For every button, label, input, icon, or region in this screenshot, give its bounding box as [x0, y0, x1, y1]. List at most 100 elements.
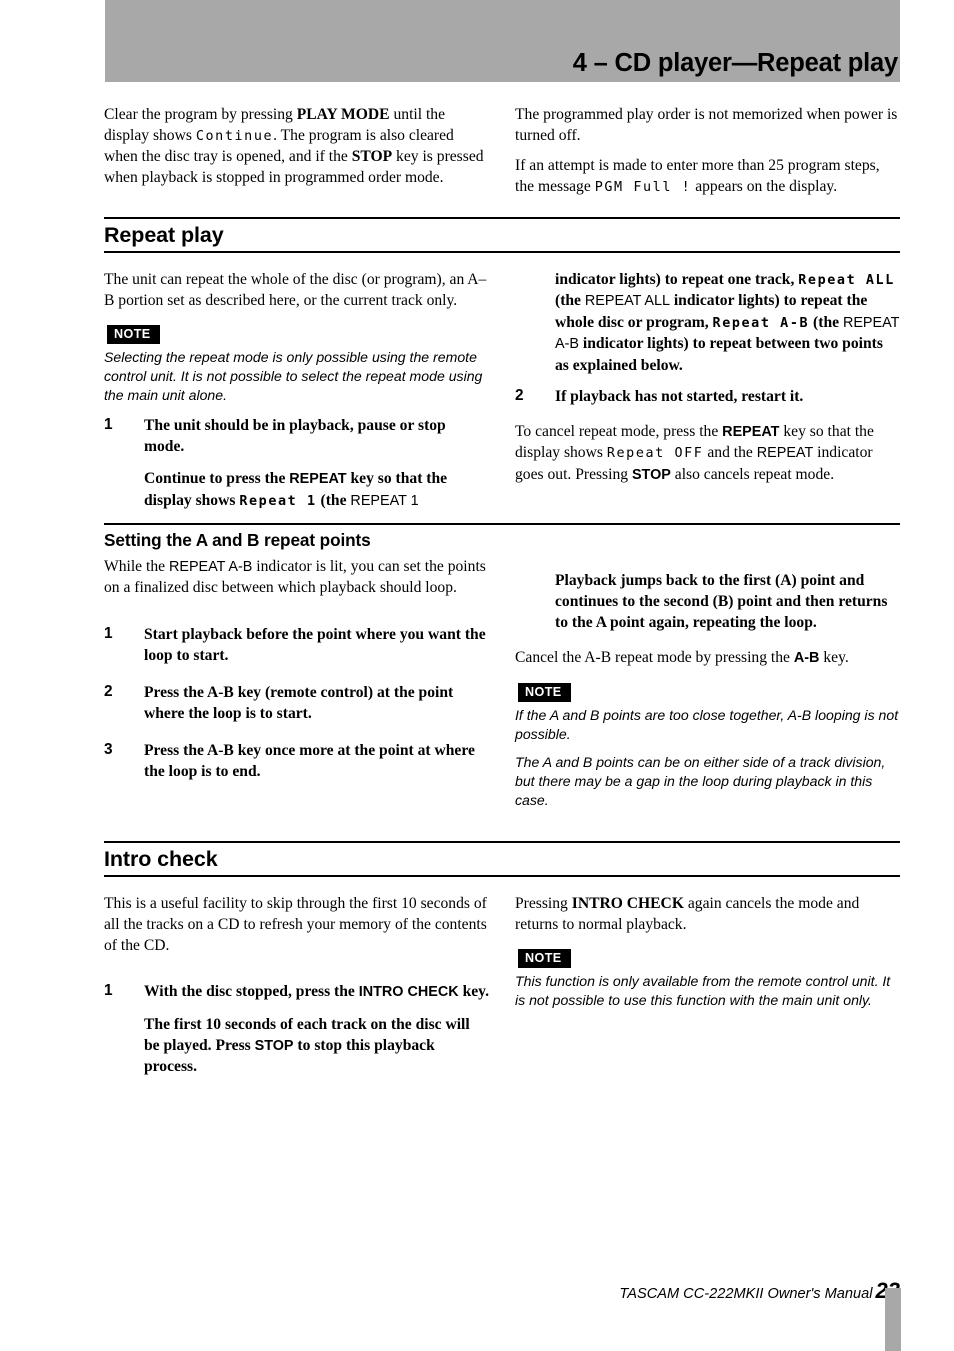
intro-right-paragraph-1: The programmed play order is not memoriz…: [515, 106, 898, 145]
intro-right-paragraph-2: If an attempt is made to enter more than…: [515, 155, 900, 197]
text-run: (the: [555, 292, 585, 310]
note-badge: NOTE: [518, 949, 571, 969]
key-label-repeat: REPEAT: [289, 471, 347, 488]
note-badge: NOTE: [518, 682, 571, 702]
step-text: If playback has not started, restart it.: [555, 386, 900, 407]
step-number: 2: [104, 682, 113, 700]
intro-columns: Clear the program by pressing PLAY MODE …: [104, 104, 900, 207]
step-number: 2: [515, 386, 524, 404]
note-body: Selecting the repeat mode is only possib…: [104, 349, 483, 404]
repeat-play-columns: The unit can repeat the whole of the dis…: [104, 269, 900, 511]
intro-check-left-column: This is a useful facility to skip throug…: [104, 893, 489, 1078]
step-main-text: If playback has not started, restart it.: [555, 387, 804, 405]
step-item: 1 With the disc stopped, press the INTRO…: [104, 981, 489, 1077]
step-text: With the disc stopped, press the INTRO C…: [144, 981, 489, 1077]
key-label-repeat: REPEAT: [722, 423, 780, 440]
page-content: Clear the program by pressing PLAY MODE …: [104, 104, 900, 1078]
step-continuation-text: The first 10 seconds of each track on th…: [144, 1014, 489, 1078]
text-run: Cancel the A-B repeat mode by pressing t…: [515, 649, 794, 667]
text-run: indicator lights) to repeat one track,: [555, 270, 799, 288]
text-run: indicator lights) to repeat between two …: [555, 335, 883, 374]
step-text: The unit should be in playback, pause or…: [144, 415, 489, 511]
step-number: 1: [104, 415, 113, 433]
ab-points-right-column: Playback jumps back to the first (A) poi…: [515, 556, 900, 819]
step-main-text: The unit should be in playback, pause or…: [144, 416, 446, 456]
key-label-intro-check: INTRO CHECK: [571, 894, 684, 912]
ab-points-cancel-paragraph: Cancel the A-B repeat mode by pressing t…: [515, 647, 900, 669]
text-run: key.: [819, 649, 849, 667]
step-number: 1: [104, 982, 113, 1000]
repeat-play-intro: The unit can repeat the whole of the dis…: [104, 270, 487, 310]
key-label-stop: STOP: [351, 148, 393, 166]
key-label-intro-check: INTRO CHECK: [358, 984, 459, 1001]
indicator-label-repeat: REPEAT: [756, 445, 814, 462]
key-label-play-mode: PLAY MODE: [296, 106, 390, 123]
text-run: appears on the display.: [691, 178, 838, 196]
lcd-display-text: Repeat ALL: [798, 272, 895, 288]
text-run: Pressing: [515, 894, 572, 912]
text-run: To cancel repeat mode, press the: [515, 422, 723, 440]
step-text: Start playback before the point where yo…: [144, 624, 489, 666]
text-run: Clear the program by pressing: [104, 106, 297, 123]
heading-text: Repeat play: [104, 222, 224, 247]
step-item: 2 Press the A-B key (remote control) at …: [104, 682, 489, 724]
page-edge-tab: [885, 1288, 901, 1351]
page-title: 4 – CD player—Repeat play: [572, 49, 898, 77]
indicator-label-repeat-1: REPEAT 1: [350, 492, 419, 509]
note-body: The A and B points can be on either side…: [515, 753, 886, 808]
step-item: 2 If playback has not started, restart i…: [515, 386, 900, 407]
lcd-display-text: Continue: [195, 129, 274, 145]
intro-right-column: The programmed play order is not memoriz…: [515, 104, 900, 207]
step-number: 3: [104, 741, 113, 759]
text-run: While the: [104, 557, 169, 575]
intro-check-right-column: Pressing INTRO CHECK again cancels the m…: [515, 893, 900, 1078]
indicator-label-repeat-all: REPEAT ALL: [584, 293, 670, 310]
intro-check-columns: This is a useful facility to skip throug…: [104, 893, 900, 1078]
step-continuation-text: Continue to press the REPEAT key so that…: [144, 468, 489, 511]
step-item: 1 The unit should be in playback, pause …: [104, 415, 489, 511]
text-run: With the disc stopped, press the: [144, 983, 359, 1001]
intro-check-intro: This is a useful facility to skip throug…: [104, 894, 487, 955]
lcd-display-text: Repeat OFF: [606, 446, 704, 462]
step-number: 1: [104, 624, 113, 642]
indicator-label-repeat-ab: REPEAT A-B: [168, 558, 253, 575]
step-main-text: Press the A-B key once more at the point…: [144, 742, 475, 781]
lcd-display-text: Repeat 1: [239, 493, 317, 509]
text-run: and the: [703, 444, 757, 462]
step-text: Press the A-B key once more at the point…: [144, 740, 489, 782]
intro-check-right-paragraph: Pressing INTRO CHECK again cancels the m…: [515, 893, 900, 935]
section-heading-repeat-play: Repeat play: [104, 216, 900, 253]
intro-left-paragraph: Clear the program by pressing PLAY MODE …: [104, 104, 489, 189]
text-run: Continue to press the: [144, 470, 290, 488]
text-run: (the: [316, 491, 351, 509]
note-badge: NOTE: [107, 325, 160, 345]
note-body: If the A and B points are too close toge…: [515, 706, 899, 742]
heading-text: Intro check: [104, 846, 218, 871]
step-main-text: Start playback before the point where yo…: [144, 625, 486, 664]
repeat-cancel-paragraph: To cancel repeat mode, press the REPEAT …: [515, 421, 900, 486]
text-run: (the: [809, 313, 843, 331]
heading-text: Setting the A and B repeat points: [104, 530, 371, 551]
step-main-text: With the disc stopped, press the INTRO C…: [144, 981, 489, 1003]
key-label-stop: STOP: [631, 466, 671, 483]
note-body: This function is only available from the…: [515, 973, 891, 1009]
step-text: Press the A-B key (remote control) at th…: [144, 682, 489, 724]
ab-points-intro: While the REPEAT A-B indicator is lit, y…: [104, 556, 489, 599]
text-run: also cancels repeat mode.: [670, 465, 835, 483]
repeat-play-right-column: indicator lights) to repeat one track, R…: [515, 269, 900, 511]
footer-manual-title: TASCAM CC-222MKII Owner's Manual: [619, 1286, 873, 1302]
section-heading-intro-check: Intro check: [104, 840, 900, 877]
key-label-ab: A-B: [793, 650, 820, 667]
lcd-display-text: PGM Full !: [594, 180, 692, 196]
step-continuation-right: indicator lights) to repeat one track, R…: [555, 269, 900, 376]
subsection-heading-ab-points: Setting the A and B repeat points: [104, 523, 900, 551]
page-header-band: 4 – CD player—Repeat play: [105, 0, 900, 82]
ab-points-result-text: Playback jumps back to the first (A) poi…: [555, 571, 888, 632]
